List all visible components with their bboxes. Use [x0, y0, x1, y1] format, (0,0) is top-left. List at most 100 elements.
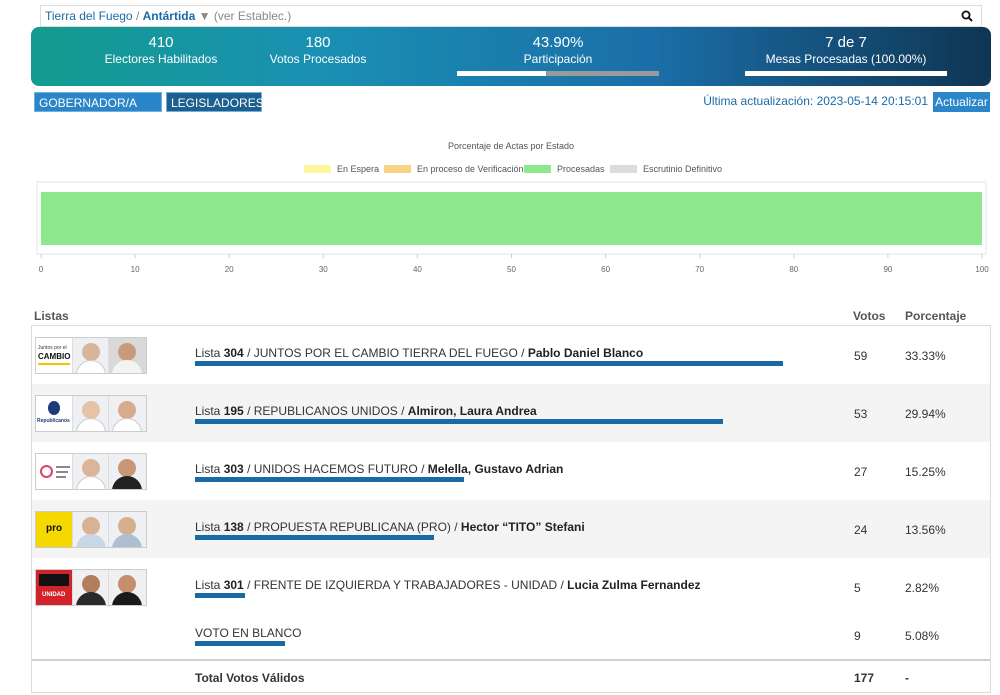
- x-tick-label: 90: [883, 265, 892, 274]
- blank-vote-label: VOTO EN BLANCO: [195, 626, 302, 640]
- votes-value: 24: [854, 523, 868, 537]
- chart-title: Porcentaje de Actas por Estado: [447, 141, 575, 151]
- candidate-photo: [72, 454, 110, 489]
- search-icon[interactable]: [961, 10, 973, 22]
- legend-item[interactable]: En Espera: [304, 164, 379, 175]
- tab-gobernador[interactable]: GOBERNADOR/A VICE: [34, 92, 162, 130]
- total-percentage-value: -: [905, 671, 909, 685]
- breadcrumb-separator: /: [135, 9, 140, 23]
- tab-legisladores[interactable]: LEGISLADORES: [166, 92, 264, 112]
- table-row: UNIDAD Lista 301 / FRENTE DE IZQUIERDA Y…: [32, 558, 990, 616]
- list-name: Lista 195 / REPUBLICANOS UNIDOS / Almiro…: [195, 404, 537, 418]
- chevron-down-icon[interactable]: ▼: [199, 9, 211, 23]
- list-name: Lista 301 / FRENTE DE IZQUIERDA Y TRABAJ…: [195, 578, 701, 592]
- table-row: Republicanos Lista 195 / REPUBLICANOS UN…: [32, 384, 990, 442]
- mesas-progress: [745, 71, 947, 76]
- legend-label: En proceso de Verificación: [417, 164, 524, 174]
- x-tick-label: 80: [789, 265, 798, 274]
- candidate-photo: [109, 570, 146, 605]
- x-tick-label: 50: [507, 265, 516, 274]
- actas-chart: 0 10 20 30 40 50 60 70 80 90 100: [36, 181, 989, 274]
- breadcrumb-establishment-hint[interactable]: (ver Establec.): [214, 9, 291, 23]
- x-tick-label: 10: [131, 265, 140, 274]
- candidate-photo: [109, 338, 146, 373]
- percentage-value: 13.56%: [905, 523, 946, 537]
- votes-value: 27: [854, 465, 868, 479]
- party-logo-text: CAMBIO: [38, 352, 71, 361]
- mesas-label: Mesas Procesadas (100.00%): [765, 52, 927, 66]
- vote-share-bar: [195, 641, 285, 646]
- percentage-value: 15.25%: [905, 465, 946, 479]
- x-tick-label: 40: [413, 265, 422, 274]
- candidate-photo: [72, 396, 110, 431]
- party-logo: [36, 454, 73, 489]
- candidate-photo: [109, 512, 146, 547]
- legend-item[interactable]: Escrutinio Definitivo: [610, 164, 722, 175]
- breadcrumb-province[interactable]: Tierra del Fuego: [45, 9, 133, 23]
- vote-share-bar: [195, 419, 724, 424]
- total-votes-value: 177: [854, 671, 875, 685]
- party-logo: Juntos por el CAMBIO: [36, 338, 73, 373]
- votes-value: 9: [854, 629, 861, 643]
- breadcrumb-department[interactable]: Antártida: [143, 9, 196, 23]
- list-name: Lista 138 / PROPUESTA REPUBLICANA (PRO) …: [195, 520, 585, 534]
- table-row: Juntos por el CAMBIO Lista 304 / JUNTOS …: [32, 326, 990, 384]
- electores-stat: 410 Electores Habilitados: [81, 34, 241, 66]
- votes-value: 5: [854, 581, 861, 595]
- participacion-progress: [457, 71, 659, 76]
- participacion-label: Participación: [523, 52, 593, 66]
- party-logo-text: pro: [46, 523, 63, 534]
- candidate-photo: [109, 396, 146, 431]
- votes-value: 59: [854, 349, 868, 363]
- total-label: Total Votos Válidos: [195, 671, 305, 685]
- party-logo: UNIDAD: [36, 570, 73, 605]
- participacion-value: 43.90%: [532, 34, 584, 51]
- vote-share-bar: [195, 477, 464, 482]
- results-table: Juntos por el CAMBIO Lista 304 / JUNTOS …: [31, 325, 991, 693]
- legend-item[interactable]: En proceso de Verificación: [384, 164, 524, 175]
- percentage-value: 33.33%: [905, 349, 946, 363]
- list-name: Lista 304 / JUNTOS POR EL CAMBIO TIERRA …: [195, 346, 644, 360]
- candidate-photo: [109, 454, 146, 489]
- legend-swatch: [524, 165, 551, 173]
- candidate-photo: [72, 512, 110, 547]
- refresh-button[interactable]: Actualizar: [933, 92, 990, 112]
- candidate-photo: [72, 338, 110, 373]
- votos-value: 180: [305, 34, 331, 51]
- party-logo: pro: [36, 512, 73, 547]
- bar-procesadas[interactable]: [41, 192, 982, 245]
- legend-item[interactable]: Procesadas: [524, 164, 605, 175]
- legend-label: Escrutinio Definitivo: [643, 164, 723, 174]
- table-row-blank-vote: VOTO EN BLANCO 9 5.08%: [32, 616, 990, 659]
- x-tick-label: 100: [975, 265, 989, 274]
- location-breadcrumb: Tierra del Fuego / Antártida ▼ (ver Esta…: [40, 5, 982, 27]
- legend-label: En Espera: [337, 164, 380, 174]
- header-votos: Votos: [853, 309, 886, 323]
- party-logos: Republicanos: [35, 395, 147, 432]
- party-logos: Juntos por el CAMBIO: [35, 337, 147, 374]
- votos-label: Votos Procesados: [269, 52, 367, 66]
- legend-swatch: [384, 165, 411, 173]
- legend-label: Procesadas: [557, 164, 605, 174]
- party-logo-text: UNIDAD: [42, 592, 66, 598]
- candidate-photo: [72, 570, 110, 605]
- mesas-value: 7 de 7: [825, 34, 867, 51]
- x-tick-label: 60: [601, 265, 610, 274]
- votos-stat: 180 Votos Procesados: [238, 34, 398, 66]
- participacion-progress-fill: [457, 71, 546, 76]
- vote-share-bar: [195, 593, 245, 598]
- x-tick-label: 70: [695, 265, 704, 274]
- list-name: Lista 303 / UNIDOS HACEMOS FUTURO / Mele…: [195, 462, 564, 476]
- table-row: pro Lista 138 / PROPUESTA REPUBLICANA (P…: [32, 500, 990, 558]
- party-logo: Republicanos: [36, 396, 73, 431]
- summary-banner: 410 Electores Habilitados 180 Votos Proc…: [31, 27, 991, 86]
- legend-swatch: [304, 165, 331, 173]
- table-row-total: Total Votos Válidos 177 -: [32, 659, 990, 693]
- party-logo-text: Republicanos: [37, 418, 70, 424]
- vote-share-bar: [195, 361, 783, 366]
- last-update-text: Última actualización: 2023-05-14 20:15:0…: [703, 94, 928, 108]
- electores-value: 410: [148, 34, 174, 51]
- mesas-stat: 7 de 7 Mesas Procesadas (100.00%): [745, 34, 947, 66]
- x-tick-label: 30: [319, 265, 328, 274]
- table-row: Lista 303 / UNIDOS HACEMOS FUTURO / Mele…: [32, 442, 990, 500]
